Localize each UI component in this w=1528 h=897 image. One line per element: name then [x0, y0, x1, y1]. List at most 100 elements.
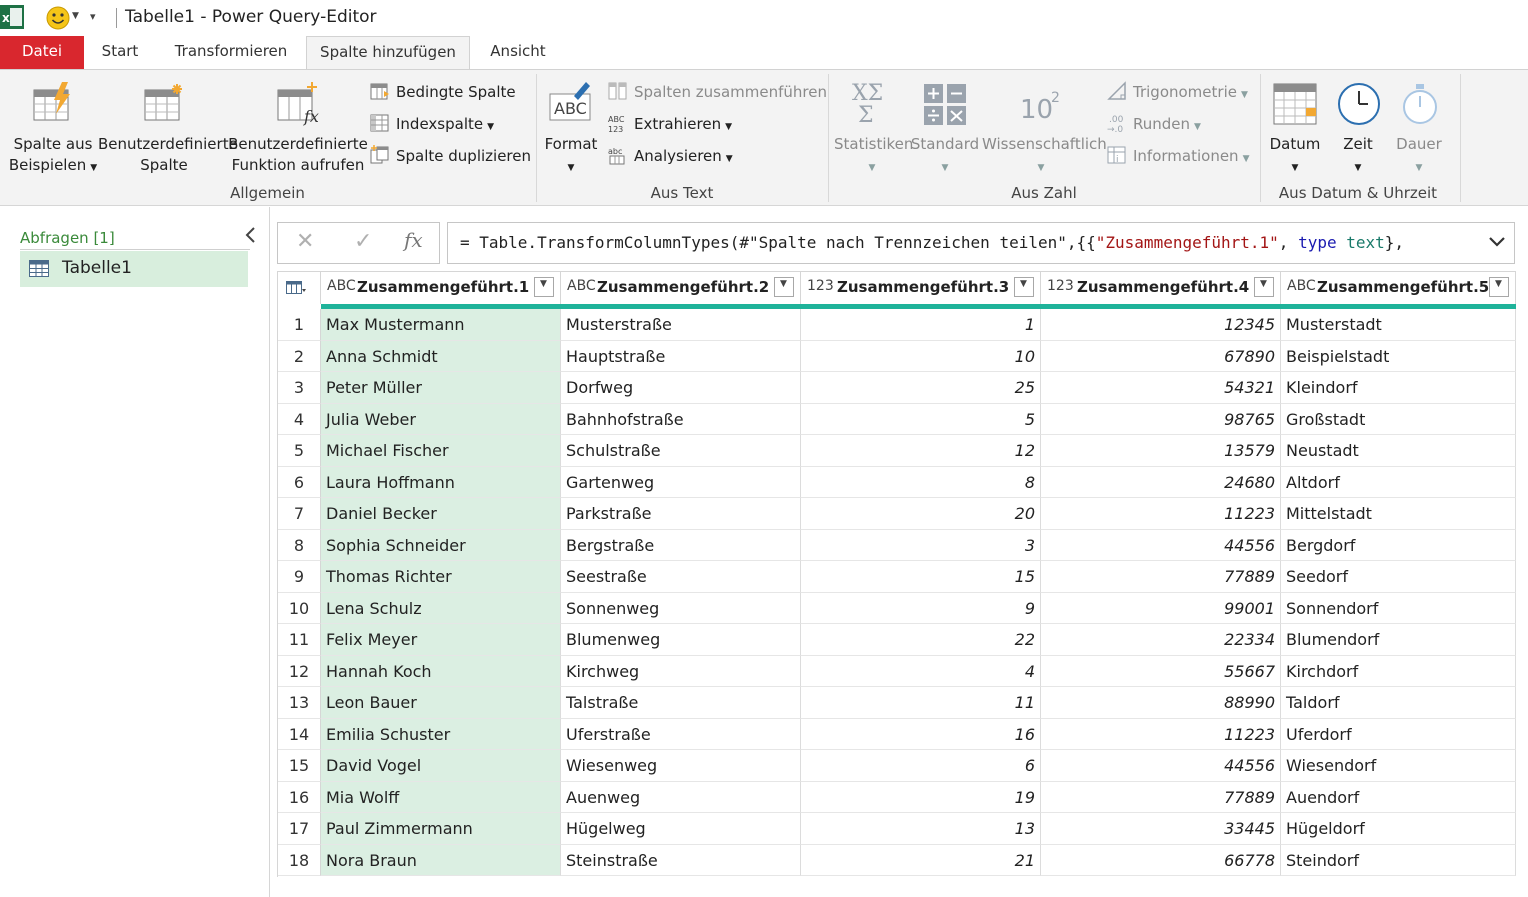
table-cell[interactable]: Parkstraße: [561, 498, 801, 530]
tab-datei[interactable]: Datei: [0, 36, 84, 69]
table-cell[interactable]: David Vogel: [321, 750, 561, 782]
table-cell[interactable]: Talstraße: [561, 687, 801, 719]
table-cell[interactable]: Uferdorf: [1281, 718, 1516, 750]
table-cell[interactable]: Blumenweg: [561, 624, 801, 656]
number-type-icon[interactable]: 123: [1047, 278, 1074, 294]
table-cell[interactable]: Dorfweg: [561, 372, 801, 404]
format-button[interactable]: Format ▼: [540, 134, 602, 179]
table-row[interactable]: 16 Mia Wolff Auenweg 19 77889 Auendorf: [278, 781, 1516, 813]
table-cell[interactable]: 12345: [1041, 309, 1281, 341]
table-cell[interactable]: Altdorf: [1281, 466, 1516, 498]
dauer-button[interactable]: Dauer ▼: [1388, 134, 1450, 179]
table-cell[interactable]: 8: [801, 466, 1041, 498]
table-cell[interactable]: 4: [801, 655, 1041, 687]
spalte-duplizieren-button[interactable]: Spalte duplizieren: [370, 143, 531, 169]
table-cell[interactable]: 67890: [1041, 340, 1281, 372]
table-cell[interactable]: Neustadt: [1281, 435, 1516, 467]
tab-spalte-hinzufuegen[interactable]: Spalte hinzufügen: [306, 36, 470, 70]
column-header-2[interactable]: ABC Zusammengeführt.2 ▼: [561, 271, 801, 304]
table-cell[interactable]: 15: [801, 561, 1041, 593]
table-cell[interactable]: Michael Fischer: [321, 435, 561, 467]
table-cell[interactable]: Felix Meyer: [321, 624, 561, 656]
benutzerdefinierte-spalte-button[interactable]: Benutzerdefinierte Spalte: [98, 134, 238, 176]
table-cell[interactable]: 77889: [1041, 561, 1281, 593]
collapse-pane-icon[interactable]: [242, 225, 258, 245]
table-cell[interactable]: 88990: [1041, 687, 1281, 719]
table-cell[interactable]: Paul Zimmermann: [321, 813, 561, 845]
wissenschaftlich-button[interactable]: Wissenschaftlich ▼: [982, 134, 1107, 179]
table-row[interactable]: 6 Laura Hoffmann Gartenweg 8 24680 Altdorf: [278, 466, 1516, 498]
table-cell[interactable]: Steindorf: [1281, 844, 1516, 876]
table-cell[interactable]: Wiesenweg: [561, 750, 801, 782]
table-cell[interactable]: Sophia Schneider: [321, 529, 561, 561]
table-cell[interactable]: 77889: [1041, 781, 1281, 813]
table-cell[interactable]: 13579: [1041, 435, 1281, 467]
table-cell[interactable]: Gartenweg: [561, 466, 801, 498]
table-cell[interactable]: Blumendorf: [1281, 624, 1516, 656]
query-item-tabelle1[interactable]: Tabelle1: [20, 251, 248, 287]
table-cell[interactable]: Laura Hoffmann: [321, 466, 561, 498]
table-cell[interactable]: Nora Braun: [321, 844, 561, 876]
column-filter-button[interactable]: ▼: [1254, 277, 1274, 297]
column-filter-button[interactable]: ▼: [774, 277, 794, 297]
table-cell[interactable]: 9: [801, 592, 1041, 624]
table-cell[interactable]: 11: [801, 687, 1041, 719]
table-row[interactable]: 15 David Vogel Wiesenweg 6 44556 Wiesendorf: [278, 750, 1516, 782]
table-cell[interactable]: 11223: [1041, 498, 1281, 530]
table-menu-header[interactable]: [278, 271, 321, 304]
table-cell[interactable]: 6: [801, 750, 1041, 782]
zeit-button[interactable]: Zeit ▼: [1330, 134, 1386, 179]
customize-toolbar-icon[interactable]: ▾: [90, 10, 96, 23]
table-cell[interactable]: Sonnendorf: [1281, 592, 1516, 624]
benutzerdefinierte-funktion-button[interactable]: Benutzerdefinierte Funktion aufrufen: [228, 134, 368, 176]
informationen-button[interactable]: i Informationen ▼: [1107, 143, 1250, 169]
table-cell[interactable]: 33445: [1041, 813, 1281, 845]
table-cell[interactable]: 20: [801, 498, 1041, 530]
table-row[interactable]: 10 Lena Schulz Sonnenweg 9 99001 Sonnendorf: [278, 592, 1516, 624]
table-cell[interactable]: 25: [801, 372, 1041, 404]
table-row[interactable]: 18 Nora Braun Steinstraße 21 66778 Steindorf: [278, 844, 1516, 876]
table-cell[interactable]: Hügelweg: [561, 813, 801, 845]
table-cell[interactable]: Auenweg: [561, 781, 801, 813]
table-cell[interactable]: Seedorf: [1281, 561, 1516, 593]
table-row[interactable]: 11 Felix Meyer Blumenweg 22 22334 Blumendorf: [278, 624, 1516, 656]
table-row[interactable]: 4 Julia Weber Bahnhofstraße 5 98765 Großstadt: [278, 403, 1516, 435]
table-cell[interactable]: 54321: [1041, 372, 1281, 404]
table-cell[interactable]: Daniel Becker: [321, 498, 561, 530]
standard-button[interactable]: Standard ▼: [908, 134, 982, 179]
table-cell[interactable]: Sonnenweg: [561, 592, 801, 624]
table-cell[interactable]: Wiesendorf: [1281, 750, 1516, 782]
table-cell[interactable]: 21: [801, 844, 1041, 876]
column-header-3[interactable]: 123 Zusammengeführt.3 ▼: [801, 271, 1041, 304]
table-cell[interactable]: Schulstraße: [561, 435, 801, 467]
table-cell[interactable]: 24680: [1041, 466, 1281, 498]
table-cell[interactable]: Leon Bauer: [321, 687, 561, 719]
table-cell[interactable]: 98765: [1041, 403, 1281, 435]
table-cell[interactable]: Kirchweg: [561, 655, 801, 687]
table-cell[interactable]: Thomas Richter: [321, 561, 561, 593]
table-row[interactable]: 3 Peter Müller Dorfweg 25 54321 Kleindorf: [278, 372, 1516, 404]
table-cell[interactable]: Lena Schulz: [321, 592, 561, 624]
table-row[interactable]: 13 Leon Bauer Talstraße 11 88990 Taldorf: [278, 687, 1516, 719]
column-filter-button[interactable]: ▼: [1014, 277, 1034, 297]
column-header-4[interactable]: 123 Zusammengeführt.4 ▼: [1041, 271, 1281, 304]
table-cell[interactable]: 10: [801, 340, 1041, 372]
table-cell[interactable]: 11223: [1041, 718, 1281, 750]
column-filter-button[interactable]: ▼: [1489, 277, 1509, 297]
table-cell[interactable]: Mia Wolff: [321, 781, 561, 813]
table-cell[interactable]: Mittelstadt: [1281, 498, 1516, 530]
table-cell[interactable]: Musterstraße: [561, 309, 801, 341]
text-type-icon[interactable]: ABC: [567, 278, 596, 294]
table-cell[interactable]: 22334: [1041, 624, 1281, 656]
table-cell[interactable]: 13: [801, 813, 1041, 845]
table-row[interactable]: 2 Anna Schmidt Hauptstraße 10 67890 Beispiels…: [278, 340, 1516, 372]
spalte-aus-beispielen-button[interactable]: Spalte aus Beispielen ▼: [6, 134, 100, 179]
statistiken-button[interactable]: Statistiken ▼: [834, 134, 913, 179]
chevron-down-icon[interactable]: ▼: [72, 11, 79, 21]
table-cell[interactable]: 55667: [1041, 655, 1281, 687]
column-header-1[interactable]: ABC Zusammengeführt.1 ▼: [321, 271, 561, 304]
smiley-icon[interactable]: [46, 6, 70, 30]
tab-transformieren[interactable]: Transformieren: [164, 36, 298, 69]
table-cell[interactable]: Bergstraße: [561, 529, 801, 561]
text-type-icon[interactable]: ABC: [327, 278, 356, 294]
